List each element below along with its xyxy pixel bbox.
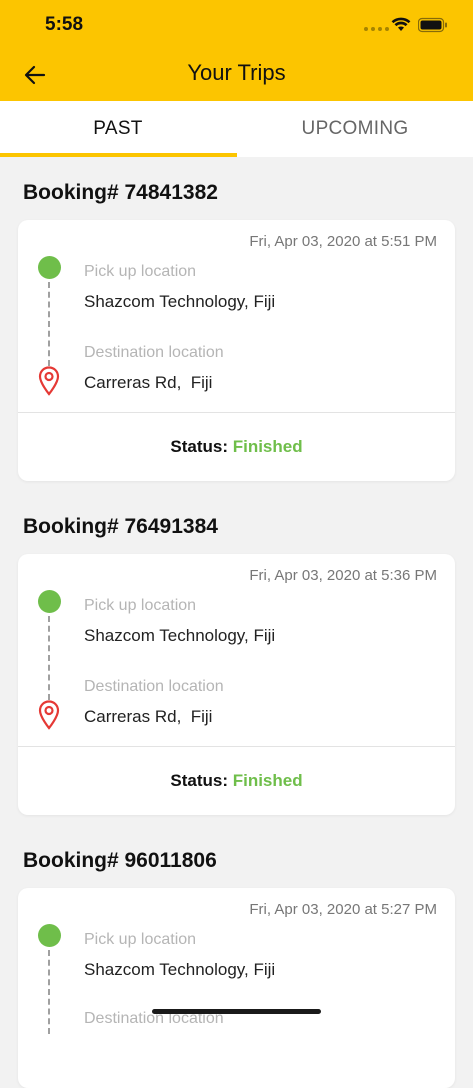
booking-number: Booking# 96011806	[23, 849, 217, 872]
status-time: 5:58	[45, 14, 84, 35]
active-tab-indicator	[0, 153, 237, 157]
pickup-value: Shazcom Technology, Fiji	[84, 960, 276, 979]
route-dashed-line	[48, 950, 50, 1034]
card-divider	[18, 412, 455, 413]
destination-label: Destination location	[84, 344, 224, 361]
page-title: Your Trips	[187, 60, 286, 85]
pickup-marker-icon	[38, 590, 61, 613]
trip-tabs: PAST UPCOMING	[0, 101, 473, 157]
destination-label: Destination location	[84, 678, 224, 695]
pickup-marker-icon	[38, 924, 61, 947]
pickup-marker-icon	[38, 256, 61, 279]
trip-status: Status: Finished	[18, 437, 455, 457]
location-pin-icon	[38, 700, 60, 730]
destination-value: Carreras Rd, Fiji	[84, 373, 213, 392]
booking-number: Booking# 76491384	[23, 515, 218, 538]
destination-value: Carreras Rd, Fiji	[84, 707, 213, 726]
trip-card[interactable]: Fri, Apr 03, 2020 at 5:36 PM Pick up loc…	[18, 554, 455, 815]
status-badge: Finished	[232, 771, 303, 790]
tab-upcoming[interactable]: UPCOMING	[237, 101, 473, 157]
trip-datetime: Fri, Apr 03, 2020 at 5:51 PM	[249, 233, 437, 250]
location-pin-icon	[38, 366, 60, 396]
signal-dots-icon	[364, 27, 389, 31]
status-bar: 5:58	[0, 0, 473, 50]
pickup-value: Shazcom Technology, Fiji	[84, 292, 276, 311]
pickup-value: Shazcom Technology, Fiji	[84, 626, 276, 645]
home-indicator[interactable]	[152, 1009, 321, 1014]
booking-number: Booking# 74841382	[23, 181, 218, 204]
tab-past[interactable]: PAST	[0, 101, 236, 157]
trip-card[interactable]: Fri, Apr 03, 2020 at 5:27 PM Pick up loc…	[18, 888, 455, 1088]
status-badge: Finished	[232, 437, 303, 456]
pickup-label: Pick up location	[84, 263, 197, 280]
battery-icon	[418, 17, 447, 33]
route-dashed-line	[48, 282, 50, 366]
trip-card[interactable]: Fri, Apr 03, 2020 at 5:51 PM Pick up loc…	[18, 220, 455, 481]
trip-status: Status: Finished	[18, 771, 455, 791]
status-label: Status:	[170, 437, 233, 456]
app-header: 5:58 Your Trips	[0, 0, 473, 101]
trip-datetime: Fri, Apr 03, 2020 at 5:36 PM	[249, 567, 437, 584]
pickup-label: Pick up location	[84, 597, 197, 614]
route-dashed-line	[48, 616, 50, 700]
status-label: Status:	[170, 771, 233, 790]
trip-datetime: Fri, Apr 03, 2020 at 5:27 PM	[249, 901, 437, 918]
wifi-icon	[391, 17, 411, 31]
pickup-label: Pick up location	[84, 931, 197, 948]
card-divider	[18, 746, 455, 747]
